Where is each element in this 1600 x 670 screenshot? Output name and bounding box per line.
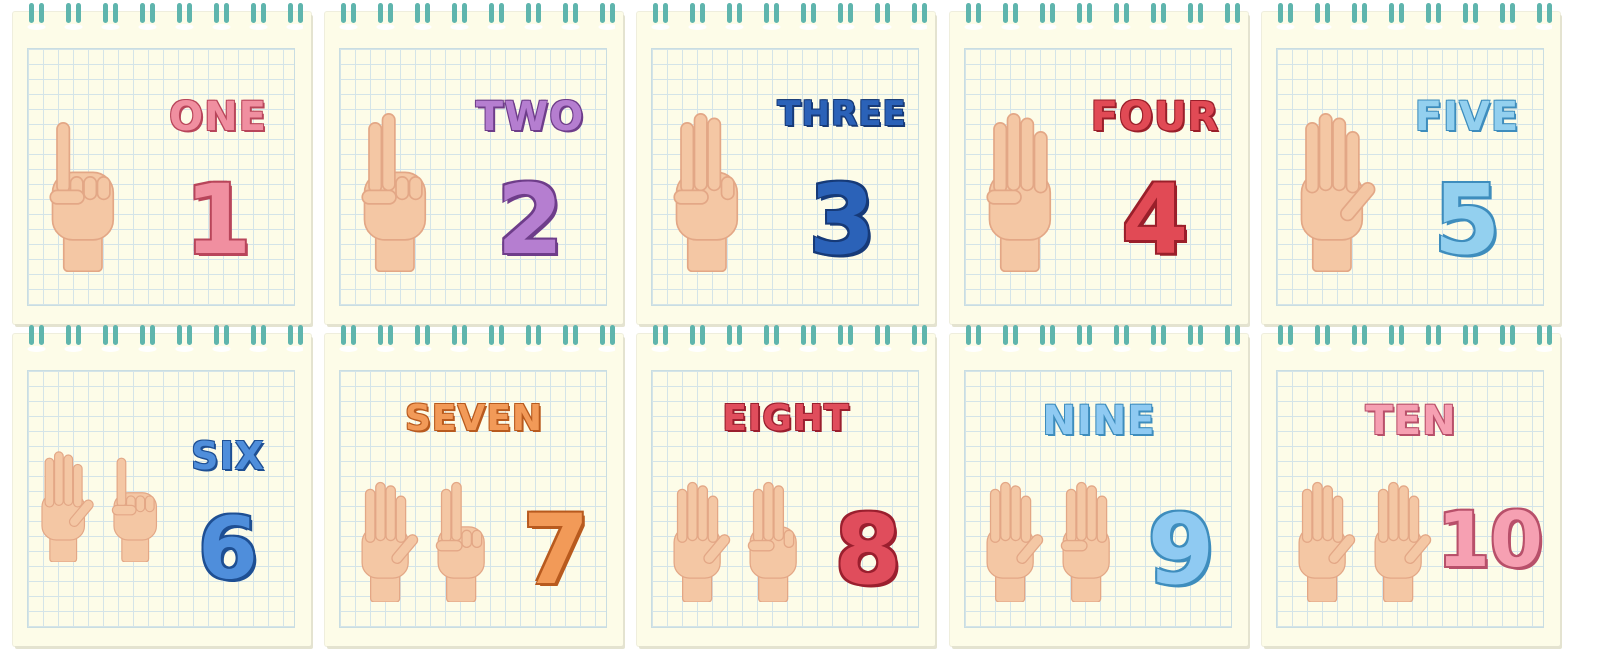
number-cards-grid: ONE 1 TWO 2 THREE 3 FOUR 4 FIVE 5 SIX 6 SEVEN 7 EIGHT 8… [0,0,1600,670]
number-card-three: THREE 3 [637,3,935,324]
hand-gesture [39,102,129,276]
hand-gesture [351,102,441,276]
hand-5-fingers-icon [361,481,419,602]
number-word: FOUR [1090,94,1220,140]
hand-gesture [976,102,1066,276]
spiral-binding-icon [651,3,927,30]
hand-1-fingers-icon [111,457,158,562]
number-word: ONE [169,94,267,140]
number-card-six: SIX 6 [13,325,311,646]
number-card-nine: NINE 9 [950,325,1248,646]
number-digit: 3 [808,164,876,276]
hand-gesture [663,102,753,276]
hand-5-fingers-icon [673,481,731,602]
hand-1-fingers-icon [49,122,115,273]
number-word: TEN [1365,398,1457,444]
spiral-binding-icon [1276,325,1552,352]
number-digit: 5 [1433,164,1501,276]
hand-5-fingers-icon [1298,481,1356,602]
number-word: EIGHT [722,398,850,439]
number-word: THREE [777,94,907,134]
hand-4-fingers-icon [986,113,1052,273]
hand-5-fingers-icon [41,451,94,562]
hand-3-fingers-icon [673,113,739,273]
number-word: NINE [1042,398,1156,444]
spiral-binding-icon [339,325,615,352]
number-card-seven: SEVEN 7 [325,325,623,646]
hand-gesture [1288,102,1378,276]
hand-2-fingers-icon [435,481,485,602]
number-card-two: TWO 2 [325,3,623,324]
number-word: SIX [191,434,265,478]
spiral-binding-icon [27,3,303,30]
spiral-binding-icon [1276,3,1552,30]
hand-5-fingers-icon [1300,113,1376,273]
number-digit: 8 [834,494,902,606]
hand-3-fingers-icon [747,481,797,602]
number-digit: 10 [1437,495,1543,584]
hand-4-fingers-icon [1060,481,1110,602]
number-card-five: FIVE 5 [1262,3,1560,324]
hand-2-fingers-icon [361,113,427,273]
number-card-four: FOUR 4 [950,3,1248,324]
number-digit: 2 [496,164,564,276]
number-word: FIVE [1414,94,1520,140]
spiral-binding-icon [339,3,615,30]
spiral-binding-icon [964,325,1240,352]
number-digit: 6 [198,499,258,599]
number-word: SEVEN [404,398,544,439]
hand-5-fingers-icon [1374,481,1432,602]
spiral-binding-icon [964,3,1240,30]
number-card-one: ONE 1 [13,3,311,324]
hand-5-fingers-icon [986,481,1044,602]
number-digit: 4 [1121,164,1189,276]
number-digit: 9 [1147,494,1215,606]
number-word: TWO [475,94,585,140]
number-card-ten: TEN 10 [1262,325,1560,646]
spiral-binding-icon [651,325,927,352]
number-digit: 1 [184,164,252,276]
number-digit: 7 [522,494,590,606]
number-card-eight: EIGHT 8 [637,325,935,646]
spiral-binding-icon [27,325,303,352]
